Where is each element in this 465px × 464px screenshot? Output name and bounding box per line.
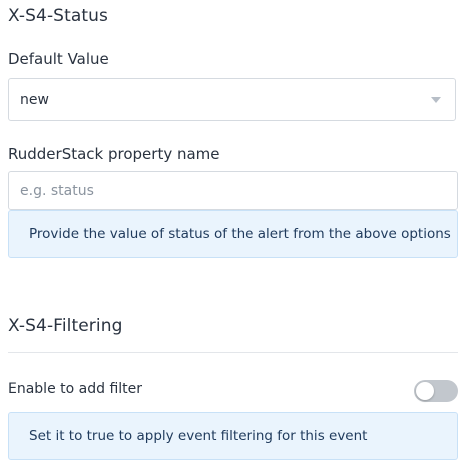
status-section-title: X-S4-Status	[8, 6, 108, 26]
status-hint-text: Provide the value of status of the alert…	[29, 226, 451, 242]
filtering-hint-text: Set it to true to apply event filtering …	[29, 428, 368, 444]
status-hint-box: Provide the value of status of the alert…	[8, 210, 458, 258]
section-divider	[8, 352, 458, 353]
default-value-selected: new	[20, 92, 49, 108]
default-value-select[interactable]: new	[8, 78, 456, 121]
chevron-down-icon	[431, 97, 441, 103]
property-name-label: RudderStack property name	[8, 145, 220, 163]
filter-toggle-label: Enable to add filter	[8, 381, 143, 397]
default-value-label: Default Value	[8, 50, 109, 68]
filter-toggle[interactable]	[414, 380, 458, 402]
property-name-input[interactable]	[8, 171, 458, 210]
toggle-knob	[416, 382, 434, 400]
filtering-section-title: X-S4-Filtering	[8, 316, 123, 336]
filtering-hint-box: Set it to true to apply event filtering …	[8, 412, 458, 460]
